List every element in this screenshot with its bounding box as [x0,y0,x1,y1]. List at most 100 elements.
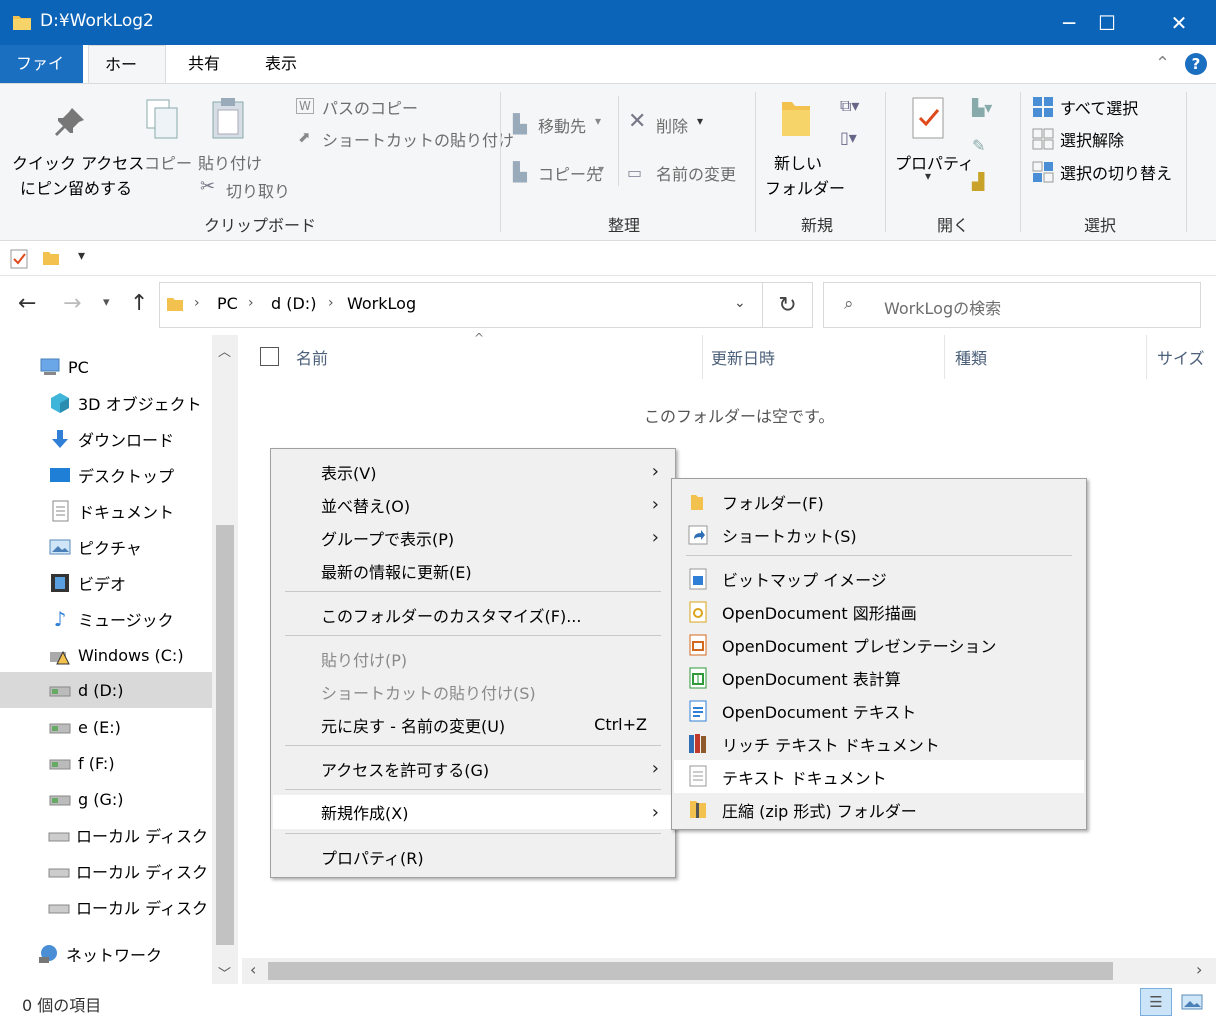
search-box[interactable]: ⌕ WorkLogの検索 [823,282,1201,328]
large-icons-view-button[interactable] [1176,988,1208,1016]
close-button[interactable]: ✕ [1150,0,1208,45]
collapse-ribbon-icon[interactable]: ⌃ [1155,53,1170,74]
history-icon[interactable]: ▟ [972,172,984,191]
recent-locations-icon[interactable]: ▾ [103,295,110,310]
submenu-item-ods[interactable]: OpenDocument 表計算 [674,661,1084,694]
chevron-down-icon[interactable]: ⌄ [734,295,746,311]
properties-button[interactable]: プロパティ [895,150,974,174]
select-none-button[interactable]: 選択解除 [1060,127,1124,151]
nav-item[interactable]: ローカル ディスク (J:) [0,889,212,925]
easy-access-icon[interactable]: ▯▾ [840,128,857,147]
pin-quick-access-label-1[interactable]: クイック アクセス [12,150,144,174]
properties-icon[interactable] [10,248,30,270]
nav-item[interactable]: ネットワーク [0,936,212,972]
copy-path-button[interactable]: パスのコピー [322,95,418,119]
submenu-item-odg[interactable]: OpenDocument 図形描画 [674,595,1084,628]
nav-item[interactable]: g (G:) [0,781,212,817]
nav-item[interactable]: e (E:) [0,709,212,745]
nav-scrollbar[interactable]: ︿ ﹀ [212,335,238,985]
customize-qat-icon[interactable]: ▾ [78,248,85,264]
refresh-button[interactable]: ↻ [763,282,813,328]
nav-item[interactable]: 3D オブジェクト [0,385,212,421]
nav-item[interactable]: ローカル ディスク (I:) [0,853,212,889]
copy-button[interactable]: コピー [144,150,192,174]
nav-item[interactable]: PC [0,349,212,385]
column-name[interactable]: 名前 [296,345,328,369]
rename-button[interactable]: 名前の変更 [656,161,736,185]
pin-quick-access-label-2[interactable]: にピン留めする [20,175,132,199]
menu-item-new[interactable]: 新規作成(X) › [273,795,673,829]
submenu-item-text-document[interactable]: テキスト ドキュメント [674,760,1084,793]
delete-button[interactable]: 削除 [656,113,688,137]
back-icon[interactable]: ← [18,291,36,316]
details-view-button[interactable]: ☰ [1140,988,1172,1016]
menu-item-sort[interactable]: 並べ替え(O) › [273,488,673,521]
nav-item[interactable]: ♪ ミュージック [0,601,212,637]
nav-item-selected[interactable]: d (D:) [0,672,212,708]
select-all-button[interactable]: すべて選択 [1060,95,1138,119]
help-icon[interactable]: ? [1185,53,1207,75]
new-folder-icon[interactable] [42,249,60,267]
column-separator[interactable] [944,335,945,379]
menu-item-give-access[interactable]: アクセスを許可する(G) › [273,752,673,785]
submenu-item-bitmap[interactable]: ビットマップ イメージ [674,562,1084,595]
nav-item[interactable]: ビデオ [0,565,212,601]
move-to-button[interactable]: 移動先 [538,113,586,137]
up-icon[interactable]: ↑ [130,291,148,316]
breadcrumb-pc[interactable]: PC [217,294,238,313]
address-bar[interactable]: › PC › d (D:) › WorkLog ⌄ [159,282,763,328]
horizontal-scrollbar[interactable]: ‹ › [242,958,1216,984]
menu-item-group-by[interactable]: グループで表示(P) › [273,521,673,554]
submenu-item-zip-folder[interactable]: 圧縮 (zip 形式) フォルダー [674,793,1084,826]
cut-button[interactable]: 切り取り [226,178,290,202]
submenu-item-odp[interactable]: OpenDocument プレゼンテーション [674,628,1084,661]
paste-shortcut-button[interactable]: ショートカットの貼り付け [322,127,514,151]
menu-item-view[interactable]: 表示(V) › [273,455,673,488]
copy-to-button[interactable]: コピー先 [538,161,602,185]
scroll-down-icon[interactable]: ﹀ [218,963,231,982]
maximize-button[interactable]: ☐ [1078,0,1136,45]
submenu-item-rtf[interactable]: リッチ テキスト ドキュメント [674,727,1084,760]
breadcrumb-drive[interactable]: d (D:) [271,294,316,313]
column-type[interactable]: 種類 [955,345,987,369]
forward-icon[interactable]: → [63,291,81,316]
nav-item[interactable]: Windows (C:) [0,637,212,673]
nav-item[interactable]: ピクチャ [0,529,212,565]
select-all-checkbox[interactable] [260,347,279,366]
delete-icon: ✕ [628,109,647,134]
tab-share[interactable]: 共有 [172,45,236,83]
new-folder-label-1[interactable]: 新しい [774,150,822,174]
nav-item[interactable]: f (F:) [0,745,212,781]
column-separator[interactable] [1146,335,1147,379]
new-item-icon[interactable]: ⧉▾ [840,96,859,116]
edit-icon[interactable]: ✎ [972,136,985,155]
scroll-right-icon[interactable]: › [1196,960,1202,979]
nav-item[interactable]: デスクトップ [0,457,212,493]
column-separator[interactable] [702,335,703,379]
tab-home[interactable]: ホーム [88,45,166,112]
horizontal-scroll-thumb[interactable] [268,962,1113,980]
breadcrumb-folder[interactable]: WorkLog [347,294,416,313]
new-folder-label-2[interactable]: フォルダー [765,175,845,199]
tab-file[interactable]: ファイル [0,45,83,111]
invert-selection-button[interactable]: 選択の切り替え [1060,160,1172,184]
submenu-item-shortcut[interactable]: ショートカット(S) [674,518,1084,551]
nav-scroll-thumb[interactable] [216,525,234,945]
submenu-item-folder[interactable]: フォルダー(F) [674,485,1084,518]
submenu-item-odt[interactable]: OpenDocument テキスト [674,694,1084,727]
tab-view[interactable]: 表示 [249,45,313,83]
open-icon[interactable]: ▙▾ [972,98,992,117]
menu-item-undo[interactable]: 元に戻す - 名前の変更(U) Ctrl+Z [273,708,673,741]
menu-item-properties[interactable]: プロパティ(R) [273,840,673,873]
column-size[interactable]: サイズ [1157,345,1205,369]
copy-path-icon: W [296,98,314,114]
nav-item[interactable]: ローカル ディスク (H:) [0,817,212,853]
scroll-left-icon[interactable]: ‹ [250,960,256,979]
column-modified[interactable]: 更新日時 [711,345,775,369]
paste-button[interactable]: 貼り付け [198,150,262,174]
nav-item[interactable]: ダウンロード [0,421,212,457]
nav-item[interactable]: ドキュメント [0,493,212,529]
menu-item-customize-folder[interactable]: このフォルダーのカスタマイズ(F)... [273,598,673,631]
menu-item-refresh[interactable]: 最新の情報に更新(E) [273,554,673,587]
scroll-up-icon[interactable]: ︿ [218,341,231,360]
